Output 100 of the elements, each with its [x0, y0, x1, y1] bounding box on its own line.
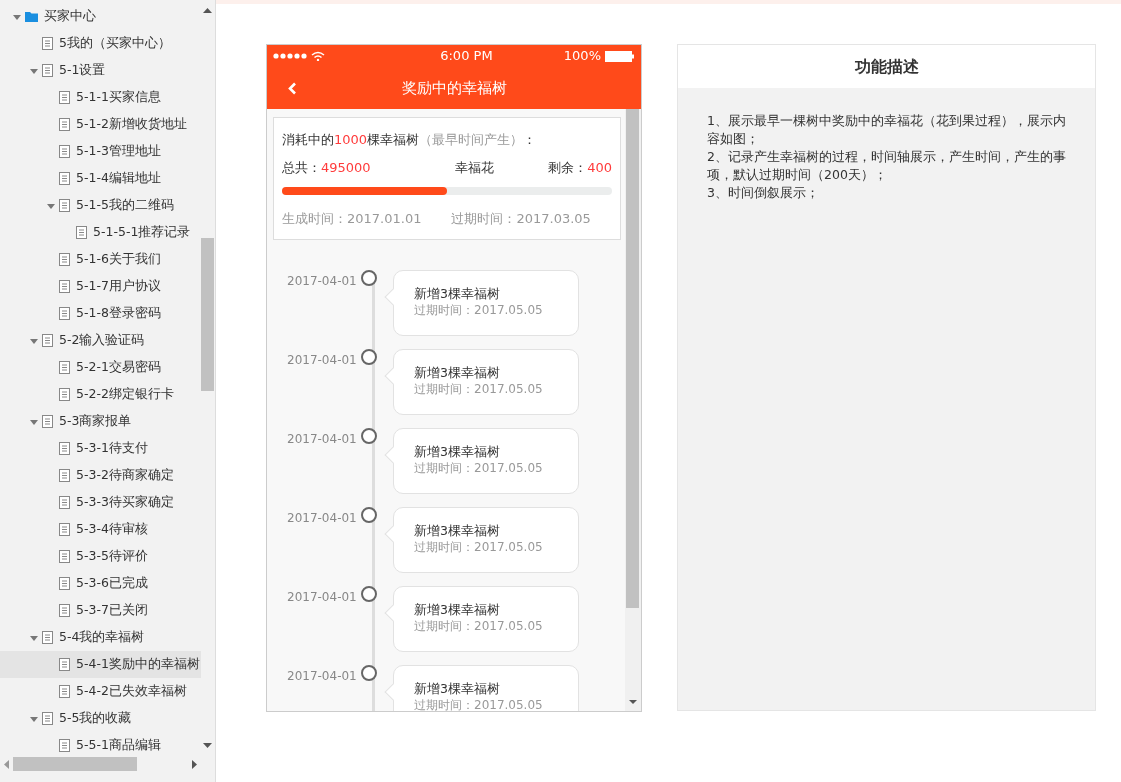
- page-icon: [59, 145, 70, 158]
- timeline-date: 2017-04-01: [286, 272, 358, 290]
- event-title: 新增3棵幸福树: [414, 363, 501, 381]
- tree-item[interactable]: 5-1-2新增收货地址: [0, 111, 201, 138]
- collapse-caret-icon[interactable]: [29, 66, 38, 75]
- screen-title: 奖励中的幸福树: [400, 77, 508, 99]
- tree-item[interactable]: 5-1-7用户协议: [0, 273, 201, 300]
- page-icon: [59, 307, 70, 320]
- collapse-caret-icon[interactable]: [12, 12, 21, 21]
- expiry-time: 过期时间：2017.03.05: [451, 210, 591, 228]
- tree-item[interactable]: 5-3-3待买家确定: [0, 489, 201, 516]
- page-icon: [76, 226, 87, 239]
- tree-item[interactable]: 5-3-1待支付: [0, 435, 201, 462]
- event-expiry: 过期时间：2017.05.05: [414, 696, 544, 711]
- page-icon: [42, 334, 53, 347]
- event-expiry: 过期时间：2017.05.05: [414, 380, 544, 398]
- timeline-dot: [361, 427, 377, 444]
- event-expiry: 过期时间：2017.05.05: [414, 617, 544, 635]
- event-title: 新增3棵幸福树: [414, 442, 501, 460]
- description-text: 2、记录产生幸福树的过程，时间轴展示，产生时间，产生的事项，默认过期时间（200天）；: [707, 148, 1067, 184]
- tree-item[interactable]: 5-1-5-1推荐记录: [0, 219, 201, 246]
- scroll-left-icon[interactable]: [4, 759, 9, 769]
- page-icon: [59, 550, 70, 563]
- page-icon: [42, 64, 53, 77]
- status-time: 6:00 PM: [439, 47, 493, 66]
- back-icon[interactable]: [288, 81, 297, 95]
- page-icon: [59, 172, 70, 185]
- collapse-caret-icon[interactable]: [29, 417, 38, 426]
- event-title: 新增3棵幸福树: [414, 284, 501, 302]
- tree-item[interactable]: 5-2-2绑定银行卡: [0, 381, 201, 408]
- scroll-up-icon[interactable]: [203, 8, 212, 13]
- tree-item[interactable]: 5-1设置: [0, 57, 201, 84]
- page-icon: [59, 658, 70, 671]
- timeline-date: 2017-04-01: [286, 351, 358, 369]
- timeline-date: 2017-04-01: [286, 509, 358, 527]
- event-expiry: 过期时间：2017.05.05: [414, 538, 544, 556]
- page-icon: [42, 415, 53, 428]
- folder-icon: [25, 11, 38, 22]
- tree-item[interactable]: 5-3-5待评价: [0, 543, 201, 570]
- tree-item[interactable]: 5-3-4待审核: [0, 516, 201, 543]
- event-title: 新增3棵幸福树: [414, 600, 501, 618]
- tree-item[interactable]: 5-3-2待商家确定: [0, 462, 201, 489]
- tree-item[interactable]: 5-4-1奖励中的幸福树: [0, 651, 201, 678]
- tree-item[interactable]: 5-1-1买家信息: [0, 84, 201, 111]
- scrollbar-thumb[interactable]: [201, 238, 214, 391]
- event-title: 新增3棵幸福树: [414, 521, 501, 539]
- scroll-down-icon[interactable]: [629, 700, 637, 704]
- timeline-dot: [361, 348, 377, 365]
- page-icon: [59, 118, 70, 131]
- tree-item[interactable]: 5-3-6已完成: [0, 570, 201, 597]
- page-icon: [59, 469, 70, 482]
- timeline-dot: [361, 664, 377, 681]
- page-icon: [42, 631, 53, 644]
- wifi-icon: [311, 51, 325, 61]
- page-icon: [59, 604, 70, 617]
- tree-item[interactable]: 5-1-6关于我们: [0, 246, 201, 273]
- page-icon: [59, 280, 70, 293]
- page-icon: [59, 91, 70, 104]
- description-text: 1、展示最早一棵树中奖励中的幸福花（花到果过程），展示内容如图；: [707, 112, 1067, 148]
- scroll-down-icon[interactable]: [203, 743, 212, 748]
- event-expiry: 过期时间：2017.05.05: [414, 459, 544, 477]
- event-expiry: 过期时间：2017.05.05: [414, 301, 544, 319]
- timeline-dot: [361, 506, 377, 523]
- tree-item[interactable]: 5-2输入验证码: [0, 327, 201, 354]
- tree-item[interactable]: 5我的（买家中心）: [0, 30, 201, 57]
- tree-item[interactable]: 5-5我的收藏: [0, 705, 201, 732]
- tree-item[interactable]: 5-1-8登录密码: [0, 300, 201, 327]
- page-icon: [59, 685, 70, 698]
- collapse-caret-icon[interactable]: [46, 201, 55, 210]
- scrollbar[interactable]: [625, 109, 641, 711]
- tree-item[interactable]: 5-2-1交易密码: [0, 354, 201, 381]
- timeline-dot: [361, 585, 377, 602]
- summary-heading: 消耗中的1000棵幸福树（最早时间产生）：: [282, 131, 538, 149]
- tree-item[interactable]: 5-1-4编辑地址: [0, 165, 201, 192]
- timeline-date: 2017-04-01: [286, 430, 358, 448]
- tree-item[interactable]: 买家中心: [0, 3, 201, 30]
- description-text: 3、时间倒叙展示；: [707, 184, 820, 202]
- tree-item[interactable]: 5-1-3管理地址: [0, 138, 201, 165]
- flower-label: 幸福花: [454, 158, 494, 177]
- tree-item[interactable]: 5-3商家报单: [0, 408, 201, 435]
- total-count: 总共：495000: [282, 158, 371, 177]
- scrollbar-thumb[interactable]: [626, 109, 639, 608]
- battery-icon: [605, 50, 635, 62]
- scrollbar-thumb[interactable]: [13, 757, 137, 771]
- collapse-caret-icon[interactable]: [29, 633, 38, 642]
- tree-item[interactable]: 5-3-7已关闭: [0, 597, 201, 624]
- scroll-right-icon[interactable]: [192, 759, 197, 769]
- page-icon: [59, 199, 70, 212]
- page-icon: [42, 37, 53, 50]
- collapse-caret-icon[interactable]: [29, 714, 38, 723]
- tree-item[interactable]: 5-5-1商品编辑: [0, 732, 201, 757]
- battery-percent: 100%: [563, 47, 601, 66]
- tree-item[interactable]: 5-4-2已失效幸福树: [0, 678, 201, 705]
- page-icon: [59, 442, 70, 455]
- tree-item[interactable]: 5-4我的幸福树: [0, 624, 201, 651]
- page-icon: [59, 523, 70, 536]
- tree-item[interactable]: 5-1-5我的二维码: [0, 192, 201, 219]
- page-icon: [59, 739, 70, 752]
- created-time: 生成时间：2017.01.01: [282, 210, 422, 228]
- collapse-caret-icon[interactable]: [29, 336, 38, 345]
